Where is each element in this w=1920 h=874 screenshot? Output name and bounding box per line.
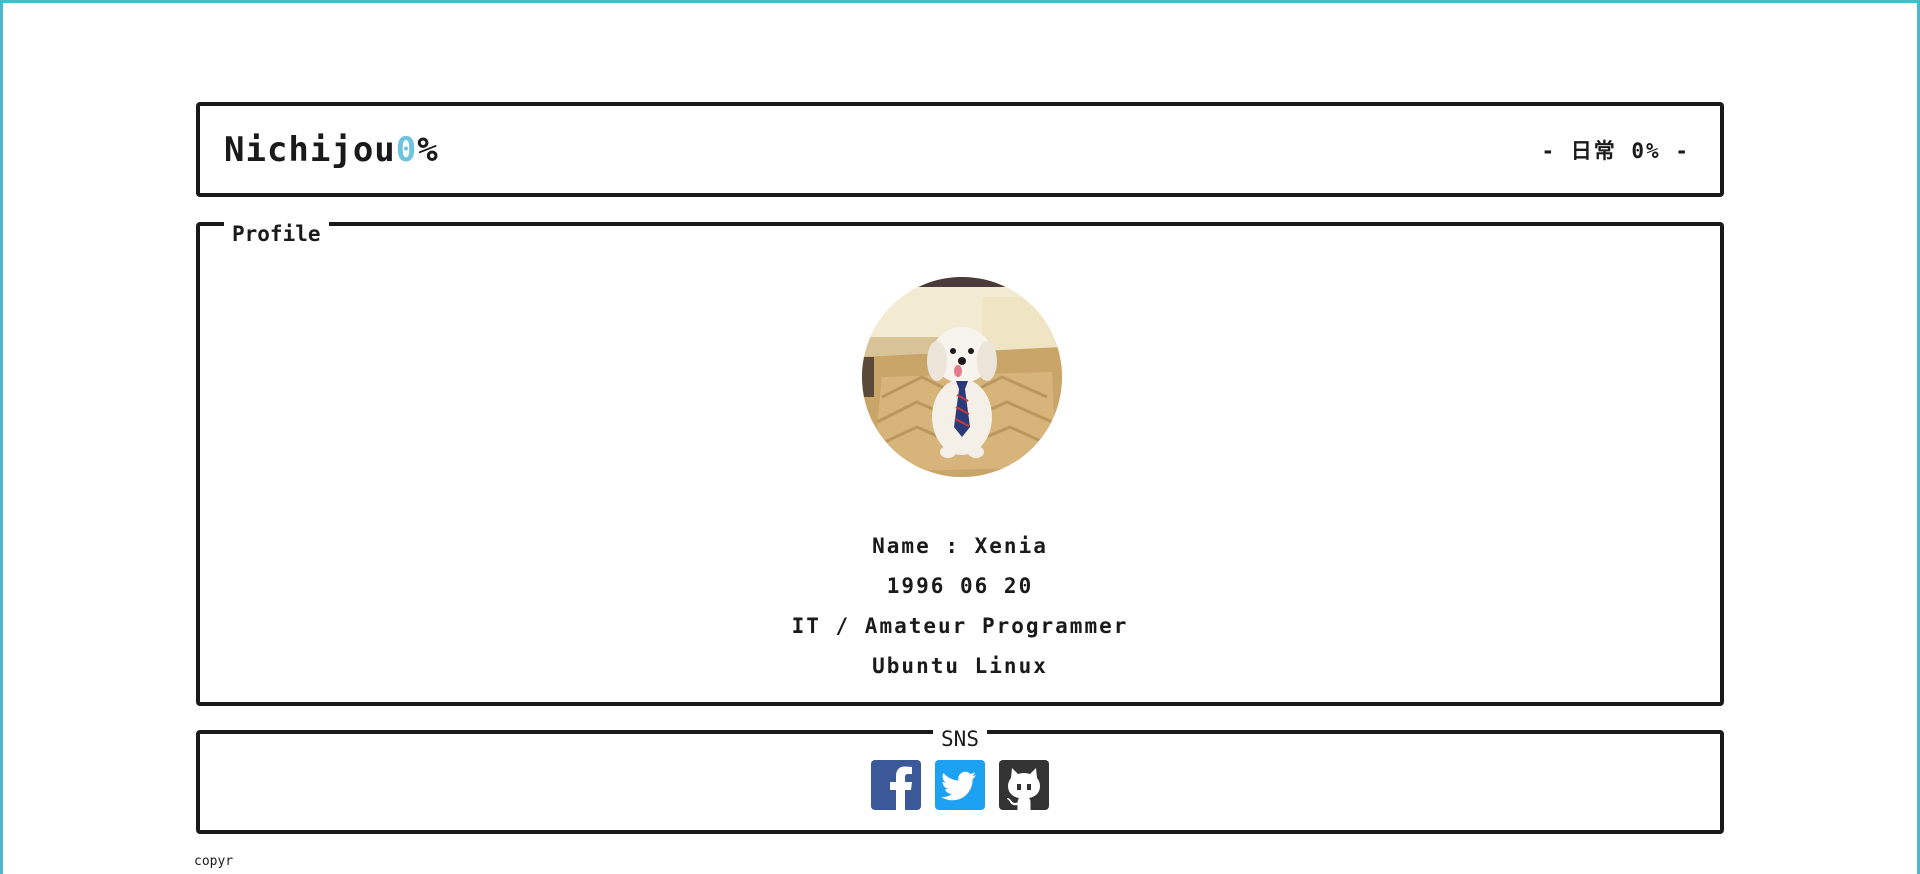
twitter-icon[interactable] [935,760,985,810]
profile-birthday: 1996 06 20 [886,574,1034,598]
sns-panel: SNS [196,727,1724,834]
logo-suffix: % [417,129,439,170]
dog-photo-icon [862,277,1062,477]
avatar [862,277,1062,477]
profile-panel: Profile Name: Xenia 1996 06 20 IT / Ama… [196,222,1724,706]
site-logo[interactable]: Nichijou 0% [224,130,439,170]
profile-name: Name : Xenia [872,534,1048,558]
site-header: Nichijou 0% - 日常 0% - [196,102,1724,197]
profile-os: Ubuntu Linux [872,654,1048,678]
site-tagline: - 日常 0% - [1541,138,1690,163]
sns-links [200,760,1720,810]
sns-legend: SNS [933,727,987,751]
profile-occupation: IT / Amateur Programmer [791,614,1129,638]
logo-accent: 0 [395,129,418,170]
copyright-text: copyr [194,854,234,869]
github-icon[interactable] [999,760,1049,810]
profile-info: Name : Xenia 1996 06 20 IT / Amateur Pro… [200,526,1720,686]
logo-text: Nichijou [224,129,396,170]
facebook-icon[interactable] [871,760,921,810]
profile-legend: Profile [224,222,329,246]
